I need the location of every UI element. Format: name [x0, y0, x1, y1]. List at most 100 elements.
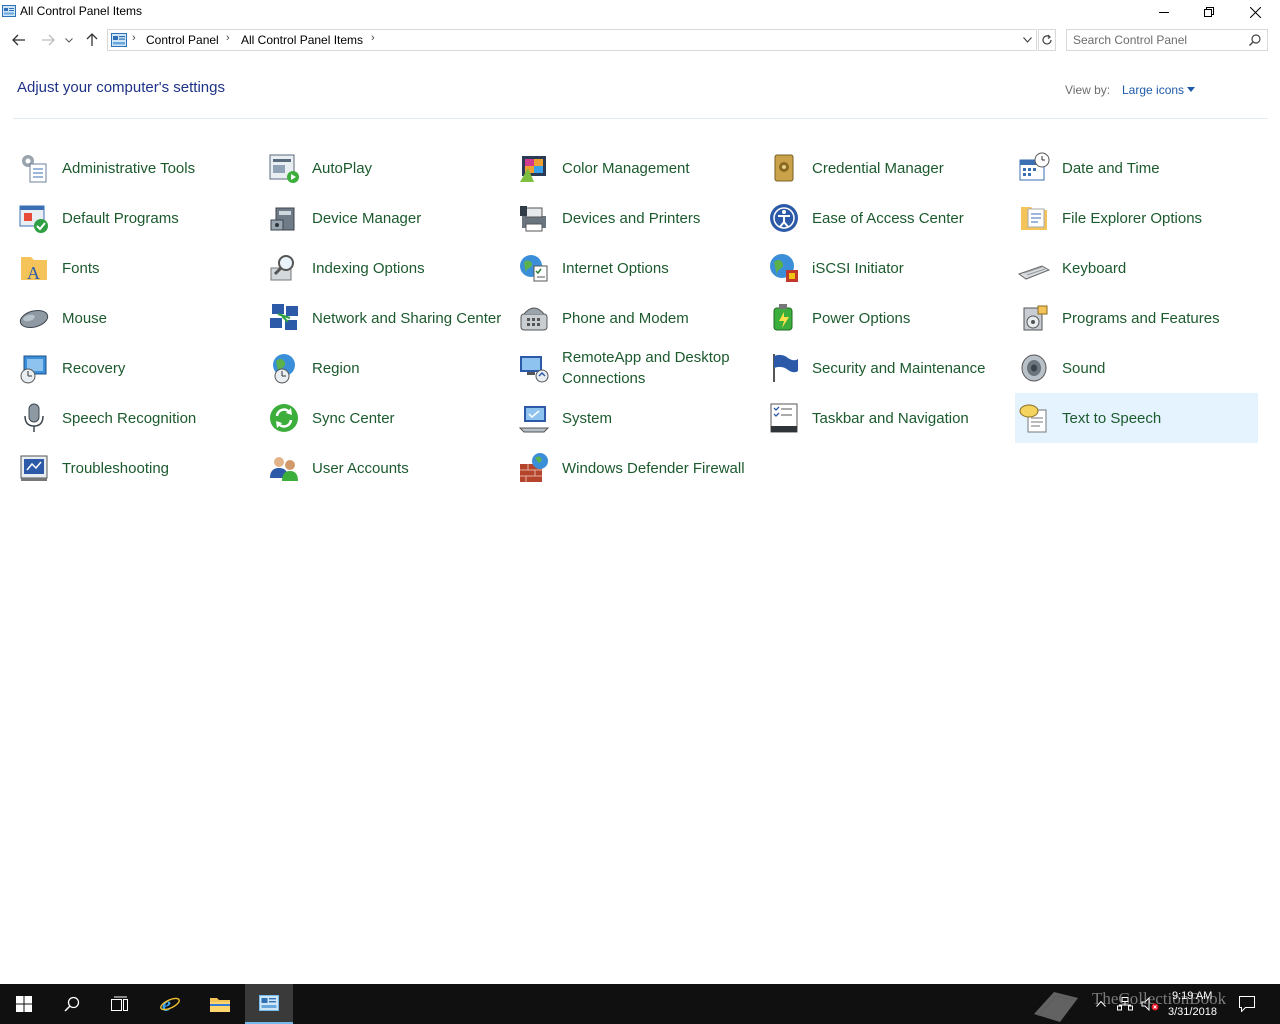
text-to-speech-icon	[1019, 404, 1047, 433]
firewall-icon	[520, 453, 548, 482]
refresh-button[interactable]	[1038, 29, 1056, 51]
start-button[interactable]	[0, 984, 48, 1024]
internet-explorer-button[interactable]: e	[146, 984, 194, 1024]
administrative-tools-icon	[22, 155, 47, 183]
forward-button[interactable]	[38, 30, 58, 50]
task-view-icon	[111, 996, 128, 1011]
control-panel-item[interactable]: Ease of Access Center	[765, 193, 1008, 243]
control-panel-item[interactable]: Devices and Printers	[515, 193, 758, 243]
control-panel-item[interactable]: Network and Sharing Center	[265, 293, 508, 343]
control-panel-item[interactable]: Region	[265, 343, 508, 393]
programs-features-icon	[1023, 305, 1048, 331]
address-dropdown-button[interactable]	[1019, 30, 1035, 50]
control-panel-item[interactable]: Text to Speech	[1015, 393, 1258, 443]
autoplay-icon	[269, 154, 299, 183]
address-bar[interactable]: › Control Panel › All Control Panel Item…	[107, 29, 1037, 51]
clock-date[interactable]: 3/31/2018	[1168, 1006, 1217, 1018]
control-panel-taskbar-button[interactable]	[245, 984, 293, 1024]
control-panel-item[interactable]: Credential Manager	[765, 143, 1008, 193]
search-input[interactable]	[1073, 32, 1243, 48]
search-box[interactable]	[1066, 29, 1268, 51]
control-panel-item-label: System	[562, 409, 613, 427]
control-panel-icon	[259, 995, 279, 1011]
breadcrumb-all-items[interactable]: All Control Panel Items	[241, 33, 363, 47]
recovery-icon	[20, 355, 47, 384]
control-panel-item[interactable]: Sound	[1015, 343, 1258, 393]
file-explorer-button[interactable]	[196, 984, 244, 1024]
user-accounts-icon	[270, 457, 298, 481]
control-panel-item[interactable]: Programs and Features	[1015, 293, 1258, 343]
control-panel-item[interactable]: System	[515, 393, 758, 443]
control-panel-item-label: Taskbar and Navigation	[812, 409, 969, 427]
control-panel-item-label: Speech Recognition	[62, 409, 197, 427]
up-button[interactable]	[82, 30, 102, 50]
control-panel-item[interactable]: Default Programs	[15, 193, 258, 243]
control-panel-item[interactable]: RemoteApp and Desktop Connections	[515, 343, 758, 393]
back-button[interactable]	[9, 30, 29, 50]
control-panel-item[interactable]: Color Management	[515, 143, 758, 193]
breadcrumb-control-panel[interactable]: Control Panel	[146, 33, 219, 47]
control-panel-item[interactable]: Indexing Options	[265, 243, 508, 293]
control-panel-item-label: User Accounts	[312, 459, 409, 477]
window-title: All Control Panel Items	[20, 4, 143, 18]
ease-of-access-icon	[770, 204, 798, 232]
sound-icon	[1021, 354, 1047, 382]
indexing-options-icon	[270, 255, 294, 281]
close-button[interactable]	[1232, 0, 1278, 24]
control-panel-item-label: Sync Center	[312, 409, 395, 427]
control-panel-item-label: Fonts	[62, 259, 100, 277]
control-panel-item[interactable]: User Accounts	[265, 443, 508, 493]
control-panel-item-label: Devices and Printers	[562, 209, 701, 227]
control-panel-item[interactable]: Device Manager	[265, 193, 508, 243]
action-center-button[interactable]	[1236, 984, 1258, 1024]
file-explorer-icon	[210, 998, 230, 1012]
control-panel-item[interactable]: Sync Center	[265, 393, 508, 443]
security-maintenance-icon	[773, 354, 798, 382]
view-by-dropdown[interactable]: Large icons	[1122, 83, 1184, 97]
notifications-icon	[1239, 996, 1255, 1012]
control-panel-item[interactable]: Keyboard	[1015, 243, 1258, 293]
refresh-icon	[1042, 34, 1052, 45]
control-panel-item-label: Keyboard	[1062, 259, 1127, 277]
caret-down-icon[interactable]	[1187, 87, 1195, 92]
control-panel-icon	[2, 5, 16, 17]
control-panel-item[interactable]: Mouse	[15, 293, 258, 343]
control-panel-item-label: Sound	[1062, 359, 1106, 377]
control-panel-item[interactable]: A Fonts	[15, 243, 258, 293]
control-panel-item[interactable]: Security and Maintenance	[765, 343, 1008, 393]
control-panel-item[interactable]: Windows Defender Firewall	[515, 443, 758, 493]
control-panel-item-label: Default Programs	[62, 209, 179, 227]
control-panel-item[interactable]: Administrative Tools	[15, 143, 258, 193]
devices-and-printers-icon	[520, 206, 546, 232]
breadcrumb-separator[interactable]: ›	[226, 32, 230, 44]
default-programs-icon	[19, 205, 48, 233]
device-manager-icon	[270, 207, 295, 231]
task-view-button[interactable]	[96, 984, 144, 1024]
close-icon	[1249, 6, 1261, 18]
control-panel-item[interactable]: Date and Time	[1015, 143, 1258, 193]
search-taskbar-button[interactable]	[48, 984, 96, 1024]
control-panel-item[interactable]: Recovery	[15, 343, 258, 393]
control-panel-item[interactable]: iSCSI Initiator	[765, 243, 1008, 293]
minimize-button[interactable]	[1141, 0, 1187, 24]
clock-time[interactable]: 9:19 AM	[1172, 990, 1212, 1002]
region-icon	[273, 354, 295, 384]
keyboard-icon	[1018, 265, 1050, 280]
breadcrumb-separator[interactable]: ›	[132, 32, 136, 44]
control-panel-item[interactable]: Internet Options	[515, 243, 758, 293]
control-panel-item[interactable]: Troubleshooting	[15, 443, 258, 493]
breadcrumb-separator[interactable]: ›	[371, 32, 375, 44]
control-panel-item[interactable]: Speech Recognition	[15, 393, 258, 443]
restore-button[interactable]	[1186, 0, 1232, 24]
minimize-icon	[1159, 12, 1169, 13]
recent-locations-button[interactable]	[62, 30, 76, 50]
control-panel-item[interactable]: Phone and Modem	[515, 293, 758, 343]
control-panel-item-label: Text to Speech	[1062, 409, 1162, 427]
control-panel-item[interactable]: File Explorer Options	[1015, 193, 1258, 243]
control-panel-item[interactable]: Taskbar and Navigation	[765, 393, 1008, 443]
control-panel-item[interactable]: AutoPlay	[265, 143, 508, 193]
control-panel-item-label: Network and Sharing Center	[312, 309, 502, 327]
control-panel-item-label: RemoteApp and Desktop Connections	[562, 349, 730, 387]
control-panel-item[interactable]: Power Options	[765, 293, 1008, 343]
search-icon[interactable]	[1249, 34, 1261, 46]
